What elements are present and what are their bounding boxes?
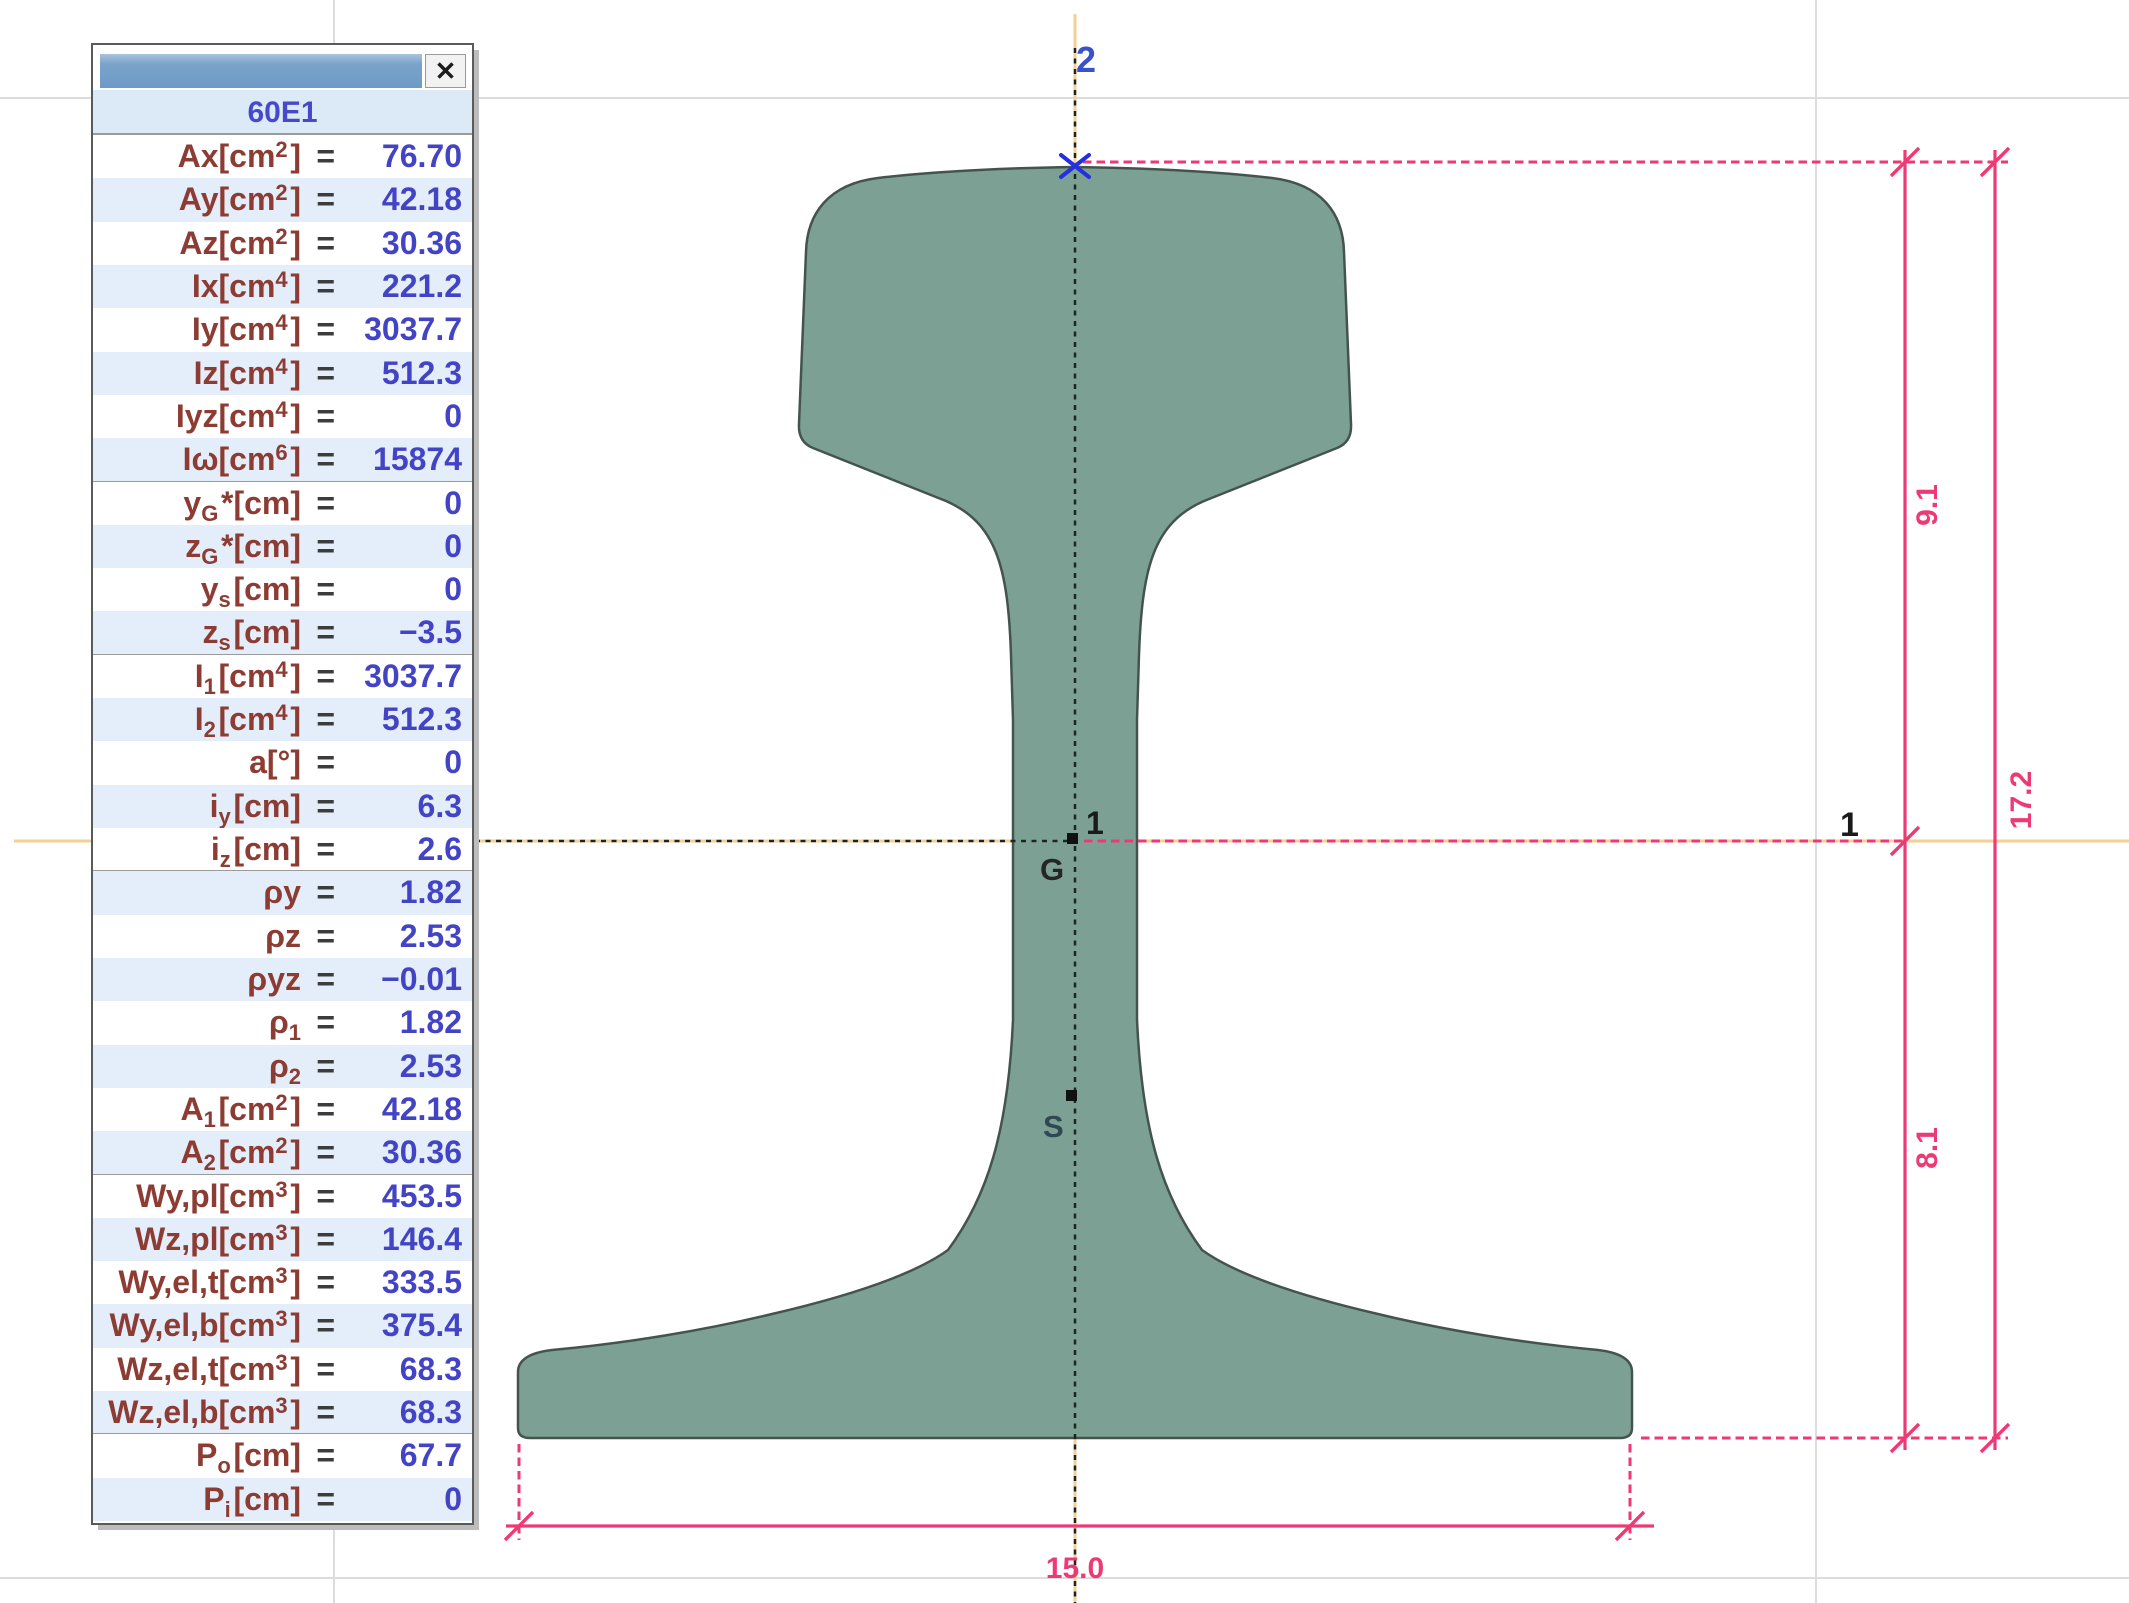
svg-text:S: S	[1043, 1109, 1064, 1144]
svg-text:9.1: 9.1	[1911, 484, 1944, 526]
svg-text:17.2: 17.2	[2005, 771, 2038, 829]
svg-text:1: 1	[1840, 806, 1859, 844]
svg-text:1: 1	[1086, 805, 1104, 841]
svg-text:15.0: 15.0	[1046, 1552, 1104, 1585]
svg-text:G: G	[1040, 852, 1064, 887]
svg-text:2: 2	[1076, 39, 1096, 80]
svg-text:8.1: 8.1	[1911, 1127, 1944, 1169]
